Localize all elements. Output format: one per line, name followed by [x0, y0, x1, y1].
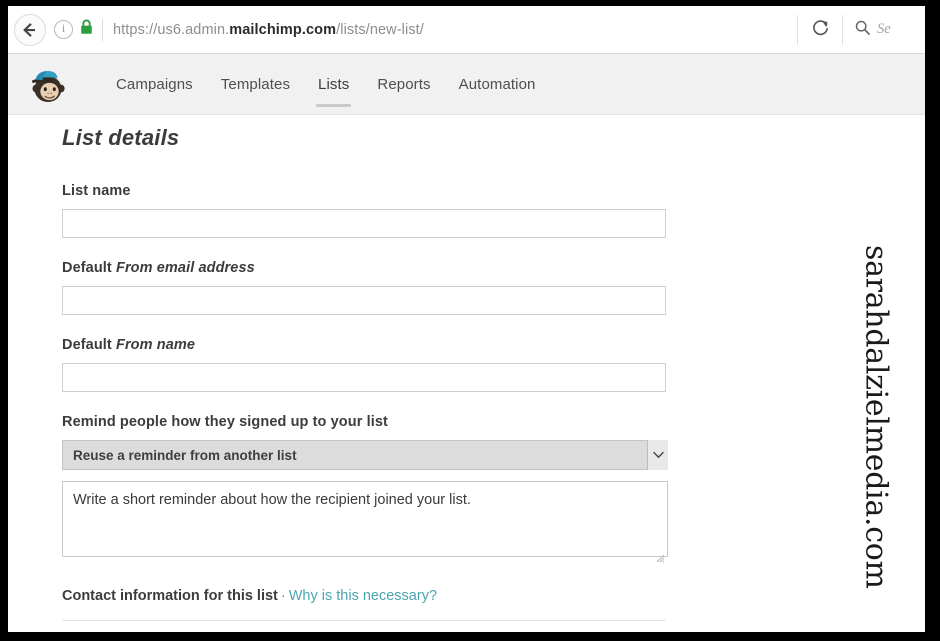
label-text-italic: From name — [115, 337, 196, 353]
app-navbar: Campaigns Templates Lists Reports Automa… — [8, 54, 925, 115]
page-content: List details List name Default From emai… — [8, 115, 925, 632]
nav-item-lists[interactable]: Lists — [304, 54, 363, 115]
url-scheme: https:// — [113, 21, 158, 38]
why-is-this-necessary-link[interactable]: Why is this necessary? — [289, 588, 437, 604]
screenshot-root: i https://us6.admin.mailchimp.com/lists/… — [0, 0, 940, 641]
reminder-select[interactable]: Reuse a reminder from another list — [62, 440, 668, 470]
reminder-textarea-wrap — [62, 481, 668, 563]
nav-item-label: Reports — [377, 75, 431, 93]
back-arrow-icon — [22, 22, 38, 38]
reminder-textarea[interactable] — [62, 481, 668, 557]
url-host: mailchimp.com — [229, 21, 337, 38]
field-label-reminder: Remind people how they signed up to your… — [62, 414, 388, 430]
field-label-from-email: Default From email address — [62, 260, 682, 276]
page-title: List details — [62, 125, 180, 150]
toolbar-divider — [102, 18, 103, 41]
field-label-list-name: List name — [62, 183, 682, 199]
section-divider — [62, 620, 666, 621]
label-text: Default — [62, 260, 116, 276]
chevron-down-icon — [647, 440, 668, 470]
field-list-name: List name — [62, 183, 682, 238]
nav-item-label: Automation — [458, 75, 536, 93]
search-input[interactable]: Se — [843, 7, 925, 53]
reminder-select-value: Reuse a reminder from another list — [62, 440, 668, 470]
label-text: Default — [62, 337, 116, 353]
search-placeholder: Se — [877, 21, 891, 37]
padlock-icon — [80, 19, 93, 40]
label-text: List name — [62, 183, 131, 199]
back-button[interactable] — [14, 13, 46, 46]
contact-separator: · — [280, 588, 286, 604]
url-subdomain: us6.admin. — [157, 21, 230, 38]
label-text-italic: From email address — [115, 260, 255, 276]
contact-heading: Contact information for this list — [62, 588, 278, 604]
field-from-email: Default From email address — [62, 260, 682, 315]
field-label-from-name: Default From name — [62, 337, 682, 353]
watermark-text: sarahdalzielmedia.com — [858, 245, 894, 589]
nav-item-reports[interactable]: Reports — [363, 54, 444, 115]
mailchimp-freddie-logo[interactable] — [26, 64, 68, 106]
field-reminder: Remind people how they signed up to your… — [62, 414, 682, 563]
list-name-input[interactable] — [62, 209, 666, 238]
nav-item-label: Campaigns — [116, 75, 193, 93]
url-bar[interactable]: https://us6.admin.mailchimp.com/lists/ne… — [113, 22, 797, 38]
nav-item-campaigns[interactable]: Campaigns — [102, 54, 207, 115]
info-icon[interactable]: i — [54, 20, 73, 39]
contact-information-row: Contact information for this list · Why is… — [62, 588, 682, 604]
list-details-form: List details List name Default From emai… — [62, 125, 682, 621]
nav-item-templates[interactable]: Templates — [207, 54, 304, 115]
nav-item-automation[interactable]: Automation — [445, 54, 550, 115]
nav-item-label: Lists — [318, 75, 350, 93]
watermark: sarahdalzielmedia.com — [846, 245, 906, 632]
search-icon — [855, 20, 870, 40]
from-email-input[interactable] — [62, 286, 666, 315]
url-path: /lists/new-list/ — [336, 21, 424, 38]
reload-button[interactable] — [798, 7, 842, 53]
field-from-name: Default From name — [62, 337, 682, 392]
browser-toolbar: i https://us6.admin.mailchimp.com/lists/… — [8, 6, 925, 54]
nav-item-label: Templates — [220, 75, 291, 93]
reload-icon — [811, 18, 830, 42]
from-name-input[interactable] — [62, 363, 666, 392]
browser-window: i https://us6.admin.mailchimp.com/lists/… — [8, 6, 925, 632]
